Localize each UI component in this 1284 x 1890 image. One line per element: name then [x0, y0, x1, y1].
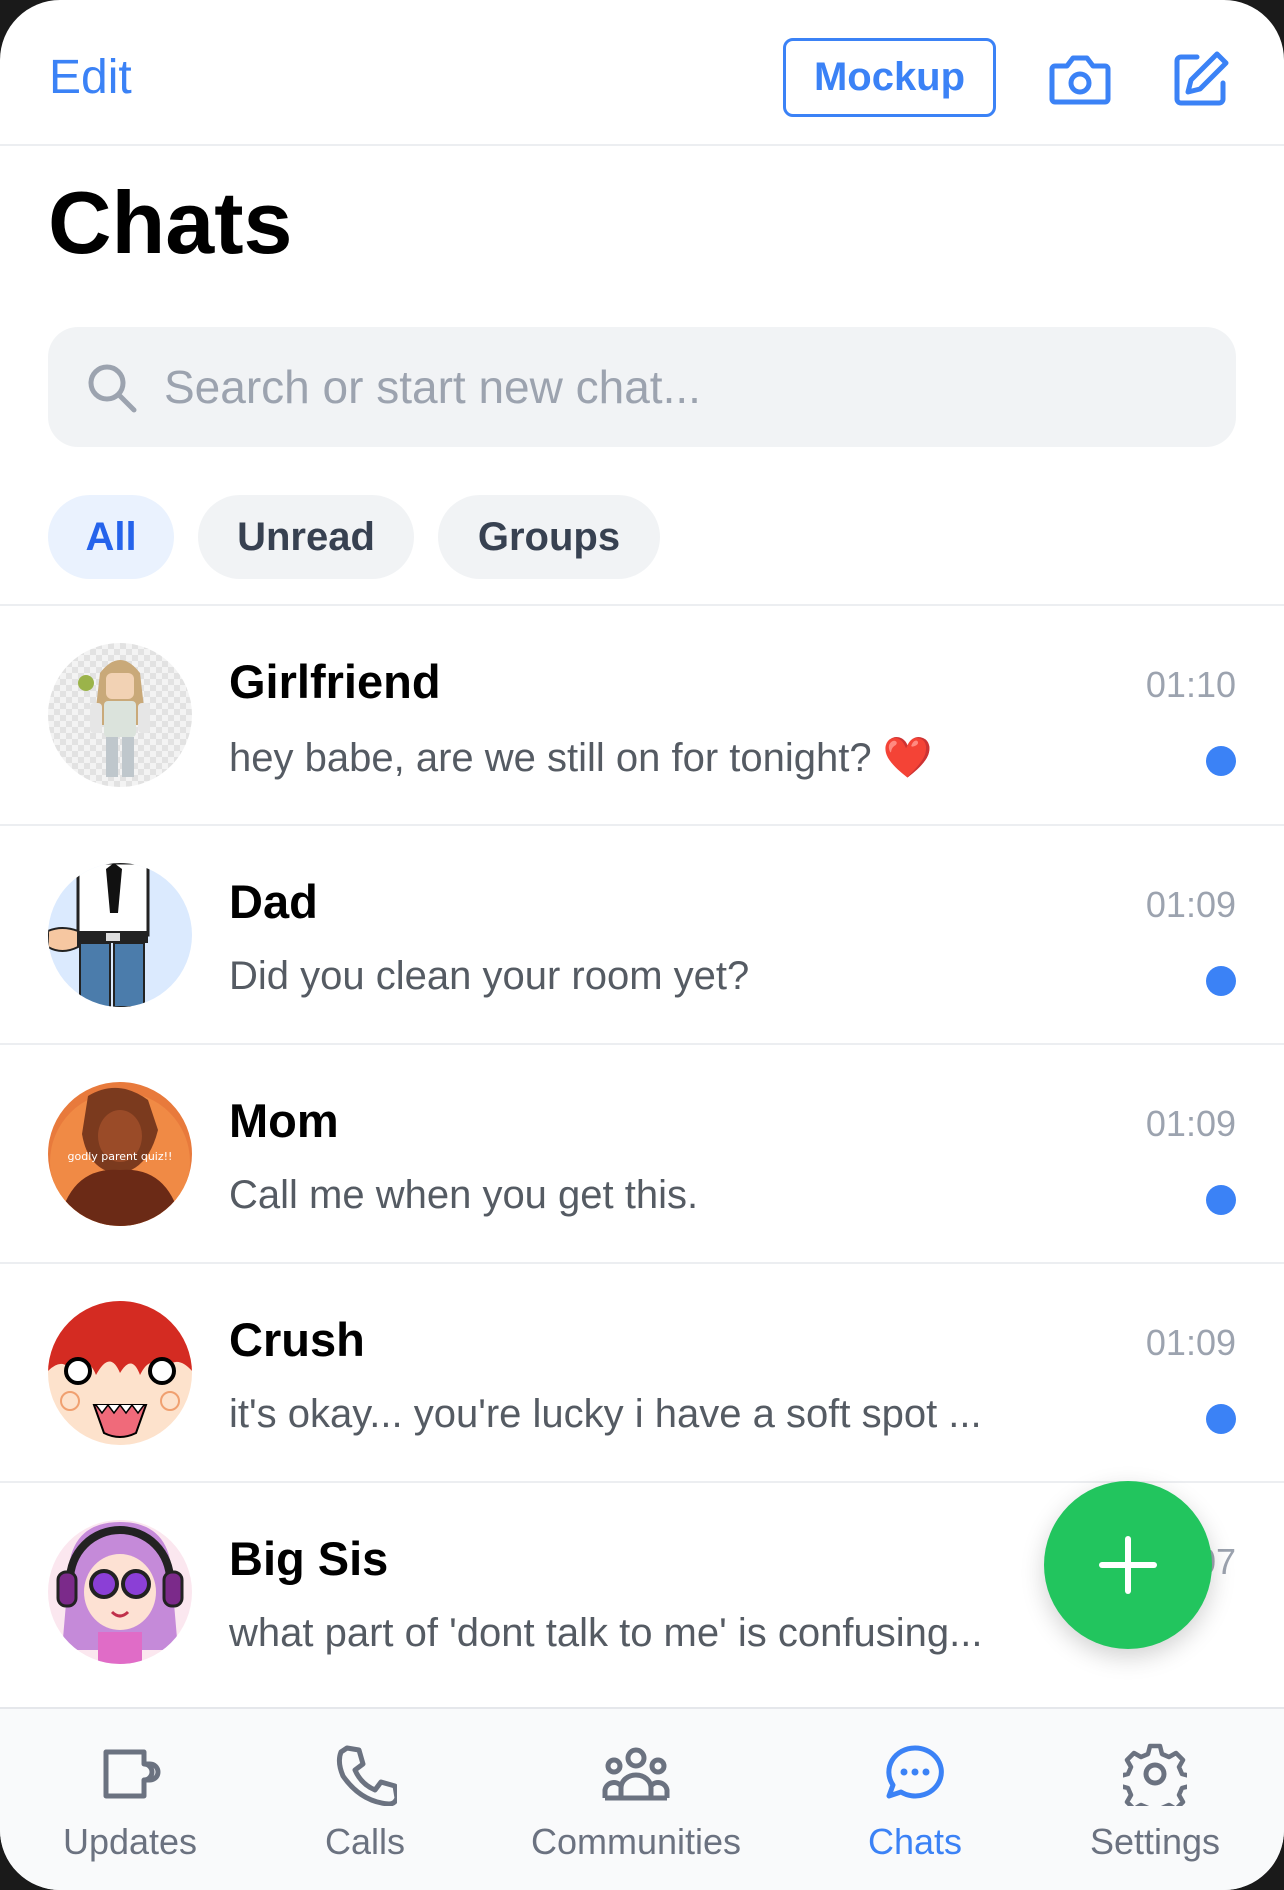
tab-label: Settings [1089, 1821, 1221, 1862]
chat-row-crush[interactable]: Crush 01:09 it's okay... you're lucky i … [0, 1264, 1284, 1482]
unread-dot [1206, 746, 1236, 776]
filter-all[interactable]: All [48, 495, 174, 579]
camera-icon[interactable] [1045, 44, 1115, 114]
chat-name: Crush [229, 1313, 365, 1366]
chat-name: Big Sis [229, 1532, 389, 1585]
chats-screen: Edit Mockup Chats All Unread Groups [0, 0, 1284, 1890]
chat-preview: Did you clean your room yet? [229, 954, 750, 998]
page-title: Chats [48, 173, 293, 272]
chat-time: 01:09 [1145, 884, 1236, 925]
communities-icon [601, 1739, 671, 1809]
search-input[interactable] [164, 347, 1204, 427]
tab-label: Communities [530, 1821, 742, 1862]
search-bar[interactable] [48, 327, 1236, 447]
chat-row-girlfriend[interactable]: Girlfriend 01:10 hey babe, are we still … [0, 606, 1284, 824]
unread-dot [1206, 1404, 1236, 1434]
bottom-nav: Updates Calls Communities Chats Settings [0, 1707, 1284, 1890]
updates-icon [95, 1739, 165, 1809]
tab-communities[interactable]: Communities [520, 1709, 752, 1890]
chat-preview: it's okay... you're lucky i have a soft … [229, 1392, 982, 1436]
chat-row-mom[interactable]: godly parent quiz!! Mom 01:09 Call me wh… [0, 1045, 1284, 1263]
chat-name: Dad [229, 875, 318, 928]
unread-dot [1206, 1185, 1236, 1215]
filter-groups[interactable]: Groups [438, 495, 660, 579]
chat-preview: hey babe, are we still on for tonight? ❤… [229, 736, 933, 780]
top-bar: Edit Mockup [0, 0, 1284, 146]
chat-name: Mom [229, 1094, 339, 1147]
edit-button[interactable]: Edit [49, 50, 132, 105]
tab-settings[interactable]: Settings [1070, 1709, 1240, 1890]
avatar [48, 863, 192, 1007]
chat-time: 01:09 [1145, 1103, 1236, 1144]
avatar [48, 643, 192, 787]
plus-icon [1099, 1536, 1157, 1594]
avatar-caption: godly parent quiz!! [68, 1150, 173, 1163]
chat-name: Girlfriend [229, 655, 441, 708]
new-chat-fab[interactable] [1044, 1481, 1212, 1649]
chat-preview: Call me when you get this. [229, 1173, 699, 1217]
compose-icon[interactable] [1166, 44, 1236, 114]
chat-row-dad[interactable]: Dad 01:09 Did you clean your room yet? [0, 826, 1284, 1044]
tab-label: Calls [324, 1821, 405, 1862]
chat-time: 01:09 [1145, 1322, 1236, 1363]
chat-preview: what part of 'dont talk to me' is confus… [229, 1611, 983, 1655]
phone-icon [330, 1739, 400, 1809]
chat-bubble-icon [880, 1739, 950, 1809]
tab-label: Updates [62, 1821, 198, 1862]
search-icon [84, 360, 140, 416]
tab-calls[interactable]: Calls [300, 1709, 430, 1890]
mockup-button[interactable]: Mockup [783, 38, 996, 117]
unread-dot [1206, 966, 1236, 996]
gear-icon [1120, 1739, 1190, 1809]
tab-label: Chats [867, 1821, 963, 1862]
avatar [48, 1520, 192, 1664]
tab-updates[interactable]: Updates [48, 1709, 212, 1890]
avatar: godly parent quiz!! [48, 1082, 192, 1226]
avatar [48, 1301, 192, 1445]
filter-unread[interactable]: Unread [198, 495, 414, 579]
tab-chats[interactable]: Chats [850, 1709, 980, 1890]
chat-time: 01:10 [1145, 664, 1236, 705]
